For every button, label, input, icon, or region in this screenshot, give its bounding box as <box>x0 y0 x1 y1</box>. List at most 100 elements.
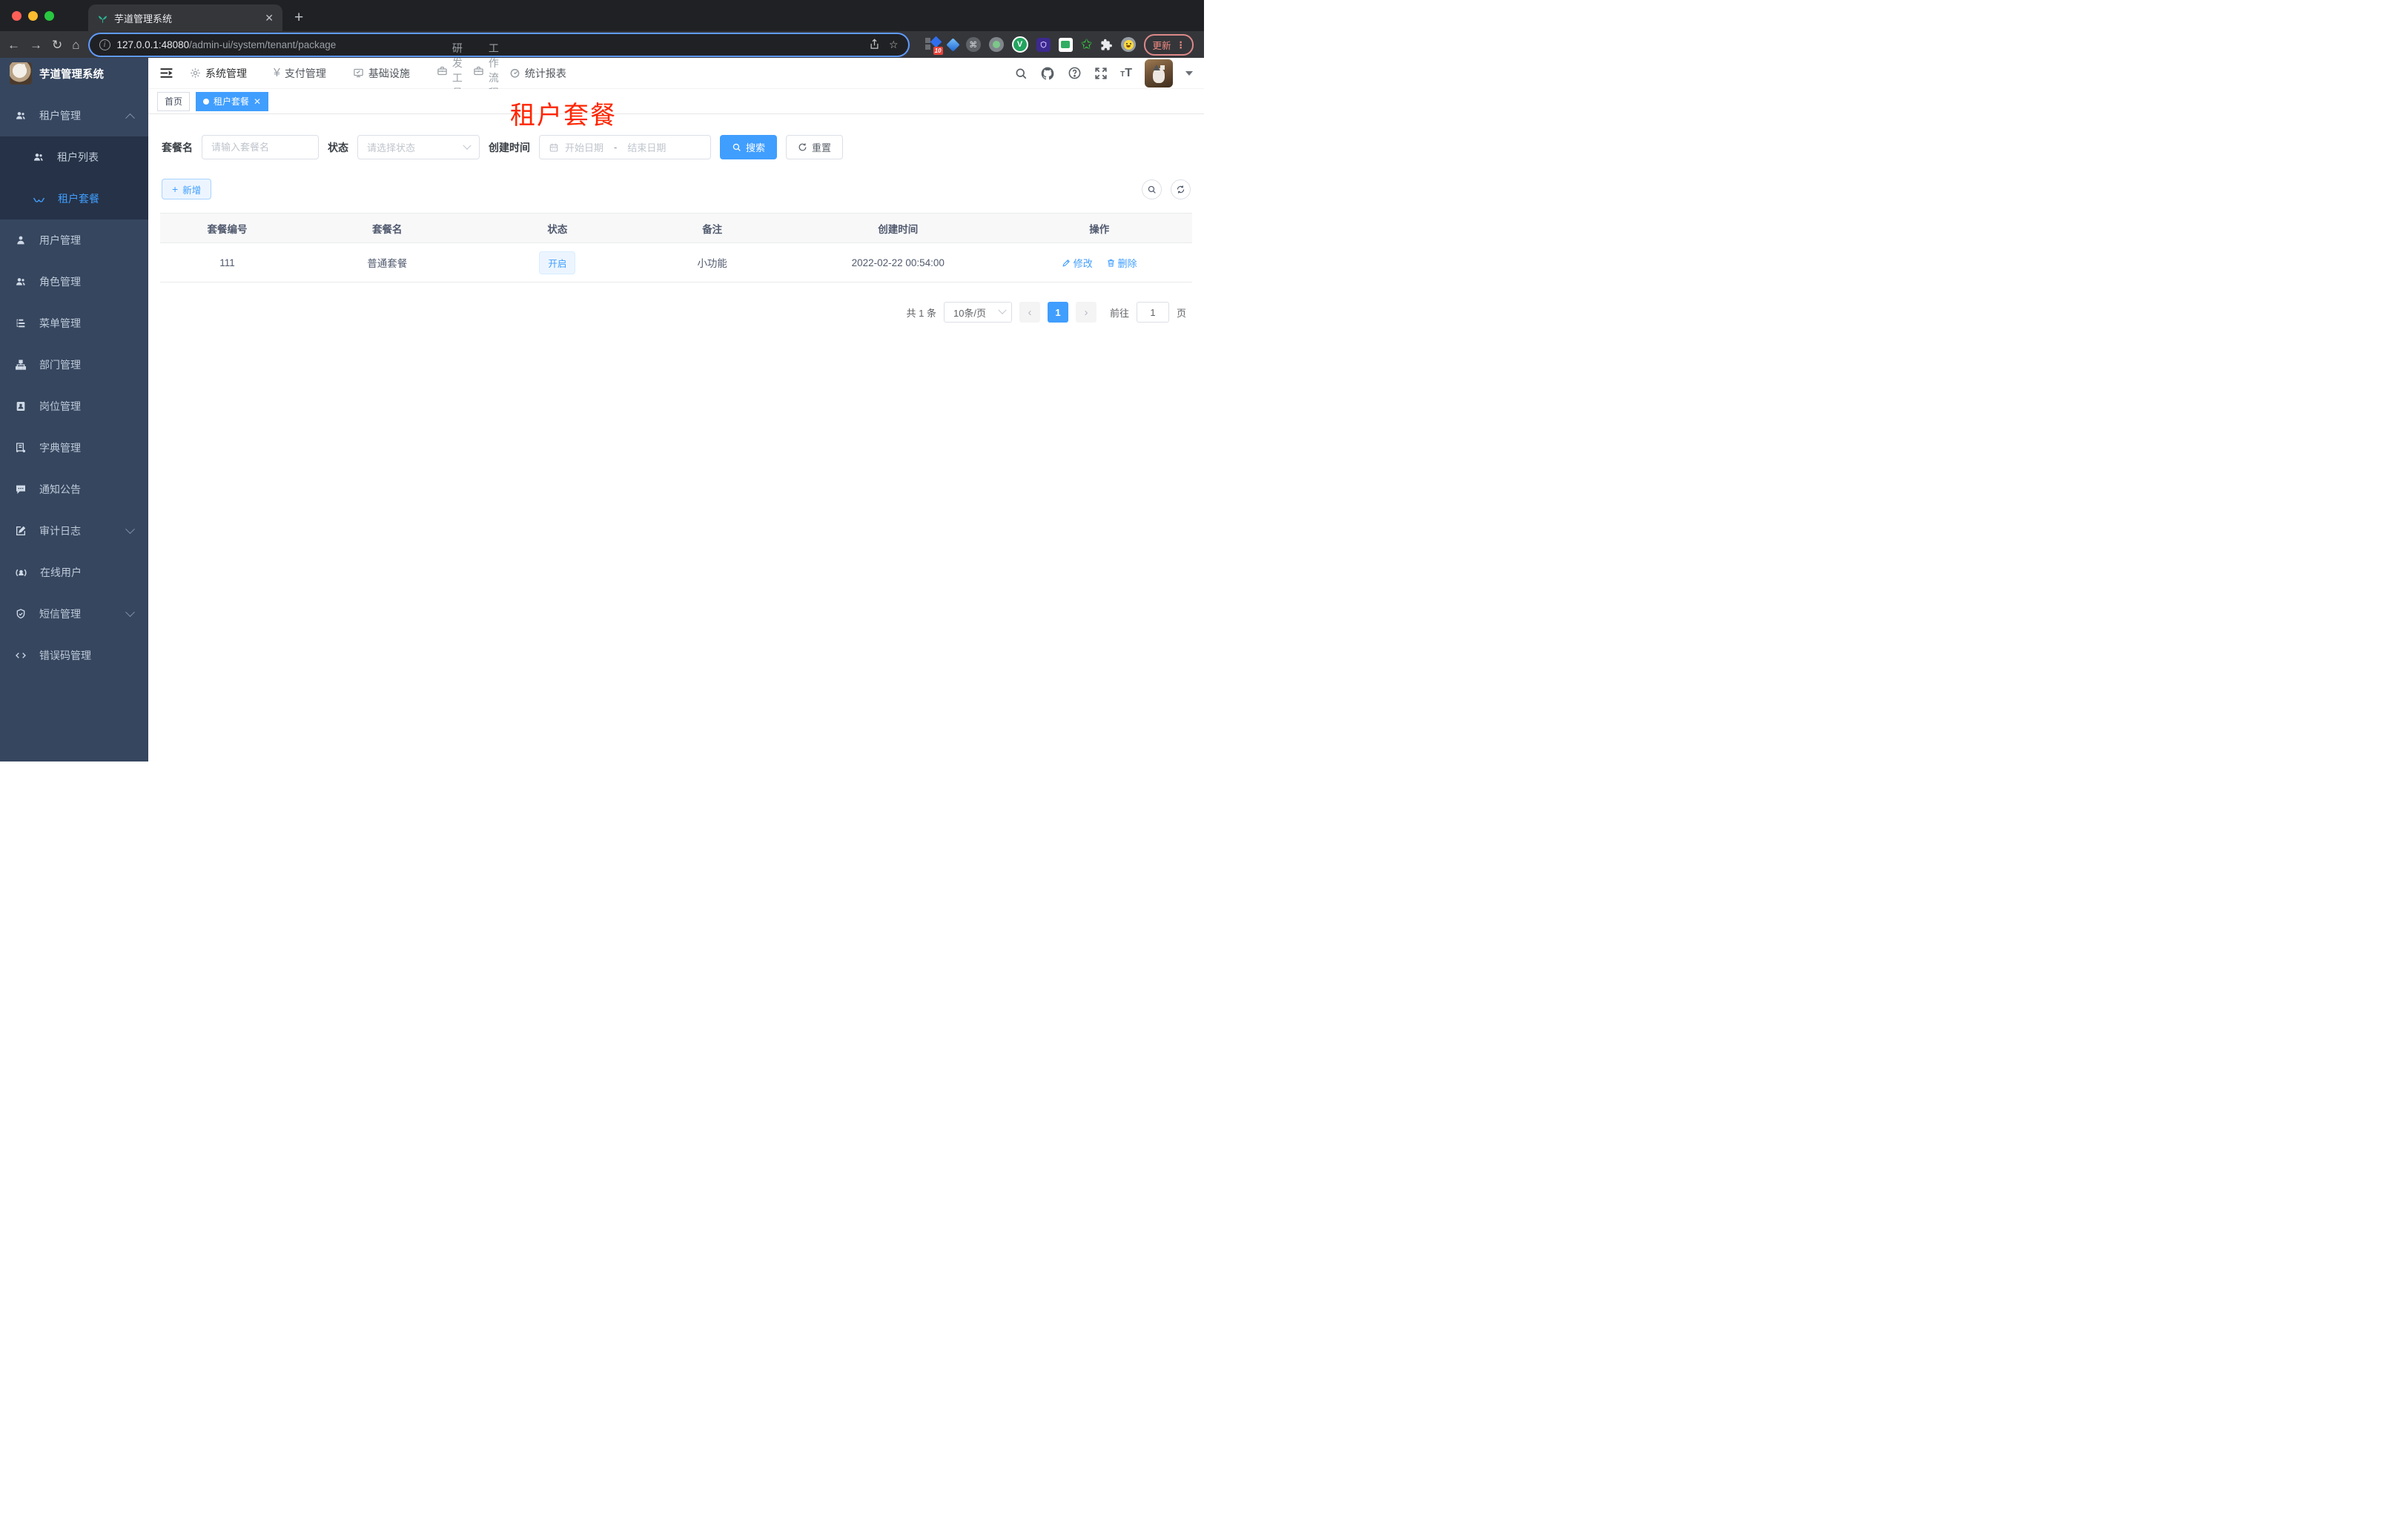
window-close-button[interactable] <box>12 10 22 21</box>
sidebar-item-label: 通知公告 <box>39 483 81 495</box>
dashboard-icon <box>510 68 520 78</box>
reset-button[interactable]: 重置 <box>786 135 844 159</box>
browser-update-button[interactable]: 更新 ⋮ <box>1144 33 1194 56</box>
cell-package-id: 111 <box>160 242 294 283</box>
sidebar-item-sms-management[interactable]: 短信管理 <box>0 593 148 635</box>
nav-item-dev-tools[interactable]: 研发工具 <box>437 42 463 99</box>
chevron-down-icon <box>125 607 135 617</box>
sidebar-item-post-management[interactable]: 岗位管理 <box>0 386 148 427</box>
fullscreen-icon[interactable] <box>1094 67 1108 80</box>
user-avatar[interactable] <box>1145 59 1173 87</box>
status-select[interactable]: 请选择状态 <box>357 135 480 159</box>
github-icon[interactable] <box>1040 66 1055 81</box>
column-header-status: 状态 <box>480 213 635 243</box>
code-icon <box>16 653 26 658</box>
search-icon[interactable] <box>1014 67 1028 80</box>
sidebar-collapse-icon[interactable] <box>159 66 173 80</box>
refresh-table-button[interactable] <box>1171 179 1191 199</box>
extension-chat-icon[interactable] <box>1058 37 1073 52</box>
table-row: 111 普通套餐 开启 小功能 2022-02-22 00:54:00 修改 删… <box>160 242 1192 283</box>
sidebar-menu: 租户管理 租户列表 租户套餐 用户管理 角色管理 菜单管理 部门管理 岗位管理 … <box>0 89 148 676</box>
chevron-down-icon <box>463 141 472 150</box>
date-range-picker[interactable]: 开始日期 - 结束日期 <box>539 135 711 159</box>
sidebar-item-notice[interactable]: 通知公告 <box>0 469 148 510</box>
app-header: 系统管理 ¥ 支付管理 基础设施 研发工具 工作流程 <box>148 42 1204 99</box>
app-logo-rabbit-image <box>10 62 32 85</box>
nav-item-system[interactable]: 系统管理 <box>190 66 247 81</box>
new-tab-button[interactable]: + <box>294 9 303 27</box>
extension-emoji-icon[interactable] <box>1121 37 1137 52</box>
reload-button[interactable]: ↻ <box>52 39 62 51</box>
font-size-icon[interactable]: TT <box>1120 67 1132 80</box>
goto-page-input[interactable] <box>1136 302 1169 323</box>
url-path: /admin-ui/system/tenant/package <box>189 39 337 50</box>
sidebar-item-user-management[interactable]: 用户管理 <box>0 219 148 261</box>
site-info-icon[interactable]: i <box>99 39 110 50</box>
nav-item-infrastructure[interactable]: 基础设施 <box>353 66 410 81</box>
extension-green-dot-icon[interactable] <box>988 37 1004 52</box>
next-page-button[interactable]: › <box>1075 302 1096 323</box>
extension-shield-icon[interactable] <box>1036 37 1051 52</box>
nav-item-reports[interactable]: 统计报表 <box>509 66 566 81</box>
sidebar-item-dept-management[interactable]: 部门管理 <box>0 344 148 386</box>
extension-command-icon[interactable]: ⌘ <box>965 37 981 52</box>
sidebar-item-tenant-package[interactable]: 租户套餐 <box>0 178 148 219</box>
app-logo-row[interactable]: 芋道管理系统 <box>0 58 148 89</box>
add-button[interactable]: + 新增 <box>162 179 212 199</box>
status-badge[interactable]: 开启 <box>539 251 576 274</box>
sidebar-item-error-code[interactable]: 错误码管理 <box>0 635 148 676</box>
package-name-input[interactable] <box>211 142 309 153</box>
pagination: 共 1 条 10条/页 ‹ 1 › 前往 页 <box>160 302 1192 323</box>
sidebar-item-tenant-list[interactable]: 租户列表 <box>0 136 148 178</box>
bookmark-star-icon[interactable]: ☆ <box>889 39 899 51</box>
browser-tab[interactable]: 芋道管理系统 ✕ <box>88 4 282 31</box>
tab-close-icon[interactable]: ✕ <box>265 12 274 24</box>
extension-gem-icon[interactable] <box>945 37 960 52</box>
prev-page-button[interactable]: ‹ <box>1019 302 1040 323</box>
column-header-package-name: 套餐名 <box>294 213 480 243</box>
sidebar-item-audit-log[interactable]: 审计日志 <box>0 510 148 552</box>
sidebar-item-role-management[interactable]: 角色管理 <box>0 261 148 303</box>
sidebar-item-menu-management[interactable]: 菜单管理 <box>0 303 148 344</box>
nav-item-workflow[interactable]: 工作流程 <box>473 42 499 99</box>
extension-blue-diamond-icon[interactable]: 10 <box>924 36 943 55</box>
column-header-actions: 操作 <box>1006 213 1192 243</box>
top-navigation: 系统管理 ¥ 支付管理 基础设施 研发工具 工作流程 <box>190 42 566 99</box>
data-table: 套餐编号 套餐名 状态 备注 创建时间 操作 111 普通套餐 开启 小功能 2… <box>160 213 1192 283</box>
back-button[interactable]: ← <box>7 39 20 51</box>
extensions-puzzle-icon[interactable] <box>1100 39 1113 51</box>
page-1-button[interactable]: 1 <box>1047 302 1068 323</box>
window-zoom-button[interactable] <box>44 10 54 21</box>
sidebar-item-label: 租户管理 <box>39 110 81 122</box>
sidebar-item-tenant-management[interactable]: 租户管理 <box>0 95 148 136</box>
tag-close-icon[interactable]: ✕ <box>254 96 261 107</box>
online-user-icon <box>16 569 27 576</box>
app-title: 芋道管理系统 <box>39 68 104 81</box>
user-icon <box>17 236 24 245</box>
delete-link[interactable]: 删除 <box>1106 256 1137 270</box>
toggle-search-button[interactable] <box>1142 179 1162 199</box>
peoples-icon <box>16 278 25 285</box>
help-icon[interactable] <box>1068 66 1082 80</box>
browser-menu-icon[interactable]: ⋮ <box>1177 39 1186 50</box>
post-badge-icon <box>16 402 25 411</box>
forward-button[interactable]: → <box>30 39 42 51</box>
share-icon[interactable] <box>869 38 880 50</box>
cell-package-name: 普通套餐 <box>294 242 480 283</box>
extension-v-icon[interactable]: V <box>1011 36 1028 53</box>
toolbox-icon <box>437 66 447 75</box>
sidebar-item-label: 岗位管理 <box>39 400 81 412</box>
sidebar-item-online-users[interactable]: 在线用户 <box>0 552 148 593</box>
window-minimize-button[interactable] <box>28 10 38 21</box>
nav-item-payment[interactable]: ¥ 支付管理 <box>274 66 326 81</box>
extension-star-icon[interactable]: ✩ <box>1081 38 1093 52</box>
tag-home[interactable]: 首页 <box>157 91 191 111</box>
search-button[interactable]: 搜索 <box>720 135 778 159</box>
home-button[interactable]: ⌂ <box>72 39 79 51</box>
avatar-caret-icon[interactable] <box>1185 70 1193 76</box>
sidebar-item-dict-management[interactable]: 字典管理 <box>0 427 148 469</box>
sidebar-item-label: 角色管理 <box>39 276 81 288</box>
page-size-select[interactable]: 10条/页 <box>943 302 1012 323</box>
edit-link[interactable]: 修改 <box>1062 256 1093 270</box>
tag-tenant-package[interactable]: 租户套餐 ✕ <box>196 91 269 111</box>
